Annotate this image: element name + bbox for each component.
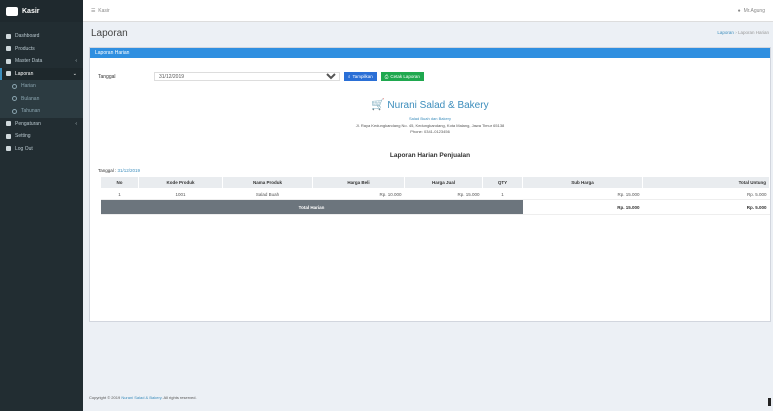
dashboard-icon bbox=[6, 33, 11, 39]
col-harga-beli: Harga Beli bbox=[312, 176, 405, 189]
page-title: Laporan bbox=[91, 28, 128, 39]
logo-icon bbox=[6, 6, 18, 16]
scroll-marker bbox=[768, 398, 771, 406]
sidebar-item-bulanan[interactable]: Bulanan bbox=[0, 92, 83, 105]
sidebar-item-harian[interactable]: Harian bbox=[0, 80, 83, 93]
total-label: Total Harian bbox=[100, 199, 523, 215]
user-icon[interactable]: ● bbox=[738, 8, 741, 14]
cell: 1 bbox=[100, 188, 139, 200]
print-icon: ⎙ bbox=[384, 74, 389, 79]
logout-icon bbox=[6, 146, 11, 152]
filter-row: Tanggal 31/12/2019 ⌕ Tampilkan ⎙ Cetak Lap… bbox=[98, 72, 424, 81]
topbar: ☰ Kasir ● Mr.Agung bbox=[83, 0, 773, 22]
date-label: Tanggal bbox=[98, 73, 116, 80]
sidebar-item-tahunan[interactable]: Tahunan bbox=[0, 105, 83, 118]
report-table: No Kode Produk Nama Produk Harga Beli Ha… bbox=[100, 176, 770, 215]
chevron-left-icon: ‹ bbox=[75, 58, 77, 65]
total-profit: Rp. 5.000 bbox=[642, 199, 770, 215]
table-row: 1 1001 Salad Buah Rp. 10.000 Rp. 15.000 … bbox=[100, 188, 770, 200]
period: Tanggal : 31/12/2019 bbox=[98, 168, 140, 173]
brand-label: Kasir bbox=[22, 7, 40, 15]
total-sub: Rp. 15.000 bbox=[522, 199, 643, 215]
sidebar: Kasir Dashboard Products Master Data ‹ La… bbox=[0, 0, 83, 411]
cell: Rp. 5.000 bbox=[642, 188, 770, 200]
database-icon bbox=[6, 58, 11, 64]
shop-phone: Phone: 0341-0123456 bbox=[410, 129, 450, 134]
wrench-icon bbox=[6, 133, 11, 139]
menu-toggle-icon[interactable]: ☰ bbox=[91, 8, 95, 14]
chevron-down-icon: ⌄ bbox=[72, 70, 77, 77]
cell: Salad Buah bbox=[222, 188, 313, 200]
topbar-left: Kasir bbox=[98, 7, 110, 14]
cell: Rp. 15.000 bbox=[522, 188, 643, 200]
col-no: No bbox=[100, 176, 139, 189]
period-value: 31/12/2019 bbox=[117, 168, 141, 173]
cell: Rp. 10.000 bbox=[312, 188, 405, 200]
shop-subtitle: Salad Buah dan Bakery bbox=[408, 116, 452, 121]
col-sub-harga: Sub Harga bbox=[522, 176, 643, 189]
brand[interactable]: Kasir bbox=[0, 0, 83, 22]
circle-icon bbox=[12, 83, 17, 89]
user-name[interactable]: Mr.Agung bbox=[744, 8, 765, 14]
cube-icon bbox=[6, 46, 11, 52]
total-row: Total Harian Rp. 15.000 Rp. 5.000 bbox=[100, 199, 770, 215]
report-panel: Laporan Harian Tanggal 31/12/2019 ⌕ Tampi… bbox=[89, 47, 771, 322]
sidebar-item-dashboard[interactable]: Dashboard bbox=[0, 30, 83, 43]
cell: Rp. 15.000 bbox=[404, 188, 483, 200]
breadcrumb-current: Laporan Harian bbox=[737, 30, 769, 35]
col-kode: Kode Produk bbox=[138, 176, 223, 189]
sidebar-item-pengaturan[interactable]: Pengaturan ‹ bbox=[0, 118, 83, 131]
gear-icon bbox=[6, 121, 11, 127]
circle-icon bbox=[12, 96, 17, 102]
col-total-untung: Total Untung bbox=[642, 176, 770, 189]
footer-link[interactable]: Nurani Salad & Bakery. bbox=[121, 395, 162, 400]
circle-icon bbox=[12, 108, 17, 114]
breadcrumb-home[interactable]: Laporan bbox=[717, 30, 734, 35]
footer: Copyright © 2019 Nurani Salad & Bakery. … bbox=[89, 395, 197, 400]
cart-icon: 🛒 bbox=[371, 99, 386, 111]
search-button[interactable]: ⌕ Tampilkan bbox=[344, 72, 377, 81]
file-icon bbox=[6, 71, 11, 77]
col-harga-jual: Harga Jual bbox=[404, 176, 483, 189]
breadcrumb: Laporan › Laporan Harian bbox=[717, 30, 769, 35]
search-icon: ⌕ bbox=[348, 74, 351, 79]
sidebar-item-setting[interactable]: Setting bbox=[0, 130, 83, 143]
col-qty: QTY bbox=[482, 176, 523, 189]
period-label: Tanggal : bbox=[98, 168, 117, 173]
col-nama: Nama Produk bbox=[222, 176, 313, 189]
panel-header: Laporan Harian bbox=[90, 48, 770, 58]
sidebar-item-master-data[interactable]: Master Data ‹ bbox=[0, 55, 83, 68]
cell: 1 bbox=[482, 188, 523, 200]
print-button[interactable]: ⎙ Cetak Laporan bbox=[380, 72, 424, 81]
date-select[interactable]: 31/12/2019 bbox=[154, 72, 340, 81]
chevron-left-icon: ‹ bbox=[75, 120, 77, 127]
sidebar-item-laporan[interactable]: Laporan ⌄ bbox=[0, 67, 83, 80]
sidebar-item-products[interactable]: Products bbox=[0, 43, 83, 56]
sidebar-item-logout[interactable]: Log Out bbox=[0, 143, 83, 156]
cell: 1001 bbox=[138, 188, 223, 200]
shop-name: 🛒 Nurani Salad & Bakery bbox=[371, 99, 489, 112]
shop-address: Jl. Raya Kedungkandang No. 45, Kedungkan… bbox=[355, 123, 505, 128]
report-title: Laporan Harian Penjualan bbox=[389, 152, 471, 159]
